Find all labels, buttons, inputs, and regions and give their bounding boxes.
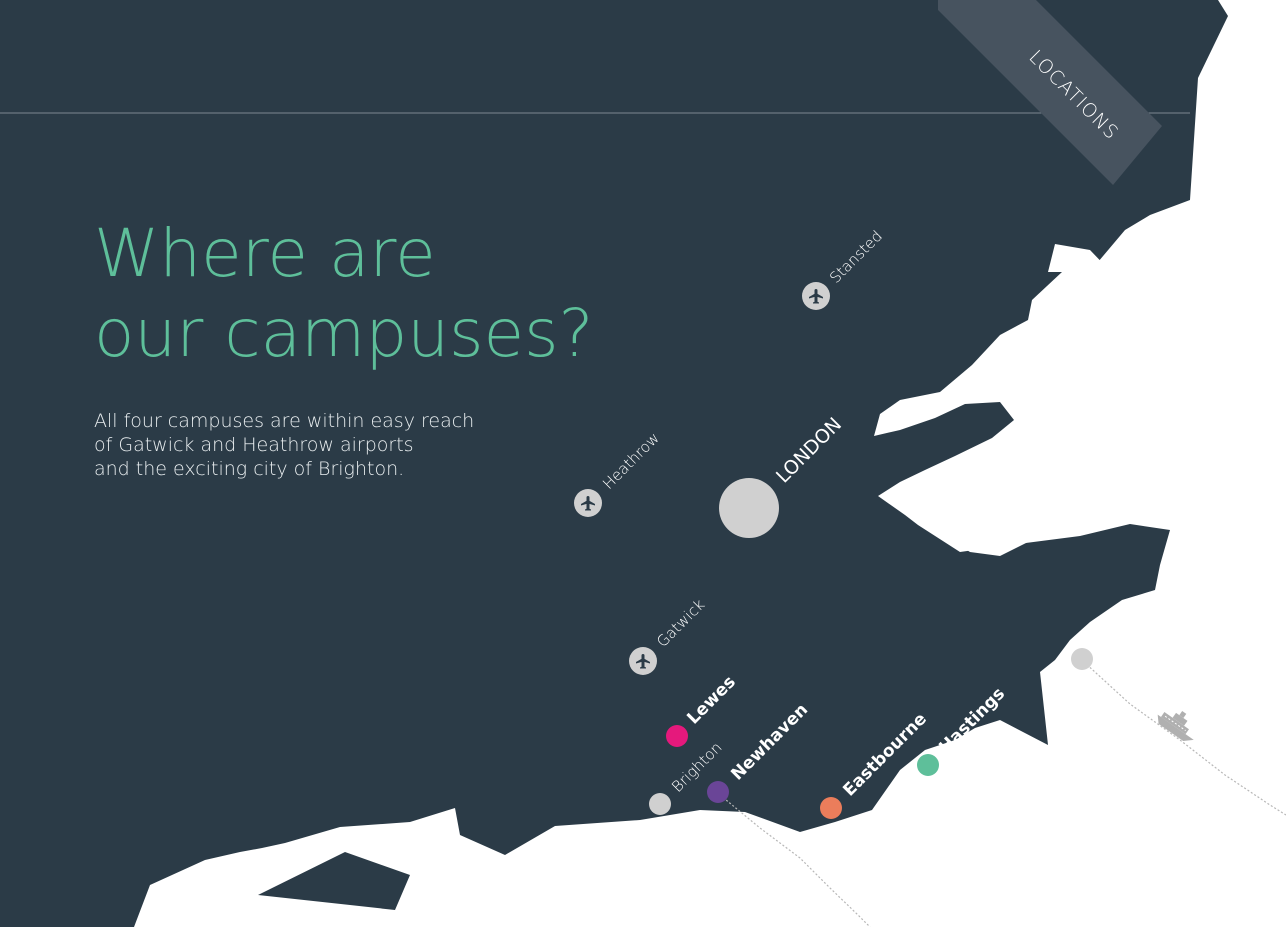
intro-line-2: of Gatwick and Heathrow airports xyxy=(94,434,414,456)
airport-marker-heathrow[interactable] xyxy=(574,489,602,517)
airport-marker-gatwick[interactable] xyxy=(629,647,657,675)
intro-text: All four campuses are within easy reach … xyxy=(94,409,554,481)
intro-line-1: All four campuses are within easy reach xyxy=(94,410,475,432)
page-title-line-2: our campuses? xyxy=(94,295,594,372)
brighton-marker[interactable] xyxy=(649,793,671,815)
page-title: Where are our campuses? xyxy=(94,214,593,374)
campus-marker-newhaven[interactable] xyxy=(707,781,729,803)
campus-marker-eastbourne[interactable] xyxy=(820,797,842,819)
ferry-icon xyxy=(1157,711,1194,742)
island xyxy=(258,852,410,910)
airport-marker-stansted[interactable] xyxy=(802,282,830,310)
dover-marker[interactable] xyxy=(1071,648,1093,670)
london-marker[interactable] xyxy=(719,478,779,538)
page-title-line-1: Where are xyxy=(94,215,436,292)
intro-line-3: and the exciting city of Brighton. xyxy=(94,458,405,480)
campus-marker-lewes[interactable] xyxy=(666,725,688,747)
campus-marker-hastings[interactable] xyxy=(917,754,939,776)
